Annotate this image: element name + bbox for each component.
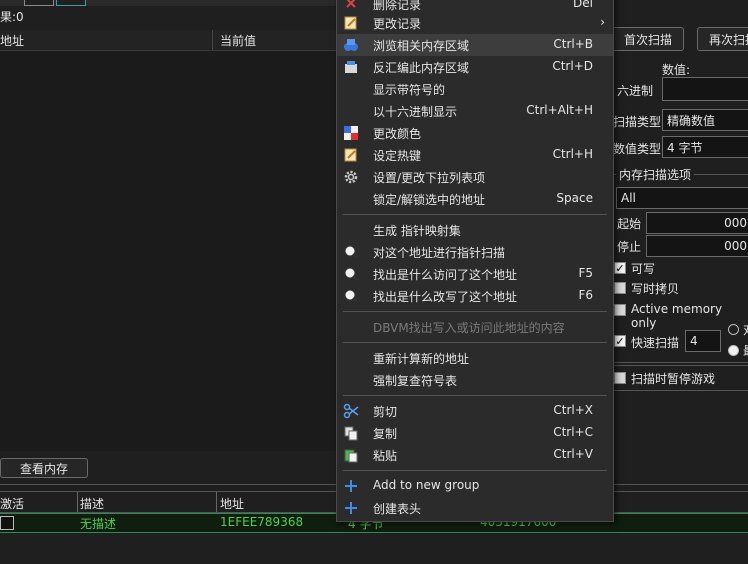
menu-item-dropdown-list[interactable]: 设置/更改下拉列表项 [337, 166, 613, 188]
next-scan-button[interactable]: 再次扫描 [697, 27, 748, 51]
hex-label: 六进制 [617, 84, 654, 98]
plus-icon [343, 500, 359, 516]
scan-type-label: 扫描类型 [613, 115, 662, 129]
last-digits-radio[interactable] [728, 345, 739, 356]
scan-type-select[interactable]: 精确数值 [662, 109, 748, 131]
column-description[interactable]: 描述 [80, 495, 104, 512]
column-active[interactable]: 激活 [0, 495, 24, 512]
active-memory-checkbox[interactable] [614, 304, 626, 316]
menu-item-change-color[interactable]: 更改颜色 [337, 122, 613, 144]
alignment-radio-label: 对 [743, 321, 748, 338]
writable-checkbox[interactable]: ✓ [614, 262, 626, 275]
pause-game-label: 扫描时暂停游戏 [631, 372, 716, 386]
stop-label: 停止 [617, 240, 642, 254]
memory-region-select[interactable]: All [616, 187, 748, 209]
value-input[interactable] [662, 77, 748, 101]
results-count: 果:0 [0, 10, 24, 24]
cut-icon [343, 403, 359, 419]
find-write-icon [343, 288, 359, 304]
pause-game-checkbox[interactable] [614, 372, 626, 384]
start-label: 起始 [617, 217, 642, 231]
writable-label: 可写 [631, 262, 656, 276]
menu-separator [343, 470, 607, 471]
find-access-icon [343, 266, 359, 282]
value-label: 数值: [662, 63, 691, 77]
browse-memory-icon [343, 37, 359, 53]
menu-item-paste[interactable]: 粘贴 Ctrl+V [337, 444, 613, 466]
menu-item-recalculate[interactable]: 重新计算新的地址 [337, 347, 613, 369]
stop-address-input[interactable]: 000 [646, 235, 748, 257]
edit-record-icon [343, 15, 359, 31]
menu-item-pointer-map[interactable]: 生成 指针映射集 [337, 219, 613, 241]
start-address-input[interactable]: 000 [646, 212, 748, 234]
menu-separator [343, 214, 607, 215]
chevron-right-icon: › [600, 15, 605, 29]
first-scan-button[interactable]: 首次扫描 [612, 27, 684, 51]
value-type-select[interactable]: 4 字节 [662, 136, 748, 158]
fast-scan-checkbox[interactable]: ✓ [614, 335, 626, 348]
gear-icon [343, 169, 359, 185]
memory-scan-options-label: 内存扫描选项 [616, 166, 695, 183]
menu-item-find-write[interactable]: 找出是什么改写了这个地址 F6 [337, 285, 613, 307]
copy-on-write-label: 写时拷贝 [631, 282, 680, 296]
toolbar-button-2[interactable] [56, 0, 86, 6]
column-address[interactable]: 地址 [0, 32, 24, 49]
menu-separator [343, 311, 607, 312]
context-menu: 删除记录 Del 更改记录 › 浏览相关内存区域 Ctrl+B 反汇编此内存区域… [336, 0, 614, 522]
copy-icon [343, 425, 359, 441]
menu-item-set-hotkey[interactable]: 设定热键 Ctrl+H [337, 144, 613, 166]
menu-item-lock-unlock[interactable]: 锁定/解锁选中的地址 Space [337, 188, 613, 210]
delete-icon [343, 0, 359, 12]
menu-item-pointer-scan[interactable]: 对这个地址进行指针扫描 [337, 241, 613, 263]
menu-item-create-header[interactable]: 创建表头 [337, 497, 613, 519]
fast-scan-label: 快速扫描 [631, 336, 680, 350]
column-address[interactable]: 地址 [220, 495, 244, 512]
menu-item-recheck-symbols[interactable]: 强制复查符号表 [337, 369, 613, 391]
last-digits-radio-label: 最 [743, 342, 748, 359]
menu-item-copy[interactable]: 复制 Ctrl+C [337, 422, 613, 444]
menu-item-add-group[interactable]: Add to new group [337, 475, 613, 497]
menu-item-dbvm-find: DBVM找出写入或访问此地址的内容 [373, 321, 565, 335]
menu-item-show-hex[interactable]: 以十六进制显示 Ctrl+Alt+H [337, 100, 613, 122]
menu-separator [343, 395, 607, 396]
plus-icon [343, 478, 359, 494]
menu-separator [343, 342, 607, 343]
menu-item-browse-memory[interactable]: 浏览相关内存区域 Ctrl+B [337, 34, 613, 56]
active-checkbox[interactable] [0, 516, 14, 530]
fast-scan-alignment-input[interactable]: 4 [685, 330, 721, 352]
disassemble-icon [343, 59, 359, 75]
toolbar-button-1[interactable] [24, 0, 54, 6]
hotkey-icon [343, 147, 359, 163]
value-type-label: 数值类型 [613, 142, 662, 156]
view-memory-button[interactable]: 查看内存 [0, 458, 88, 478]
menu-item-find-access[interactable]: 找出是什么访问了这个地址 F5 [337, 263, 613, 285]
row-address: 1EFEE789368 [220, 515, 304, 529]
menu-item-cut[interactable]: 剪切 Ctrl+X [337, 400, 613, 422]
row-description: 无描述 [80, 517, 117, 531]
copy-on-write-checkbox[interactable] [614, 282, 626, 294]
menu-item-change-record[interactable]: 更改记录 › [337, 12, 613, 34]
menu-item-disassemble[interactable]: 反汇编此内存区域 Ctrl+D [337, 56, 613, 78]
column-current-value[interactable]: 当前值 [220, 32, 256, 49]
pointer-scan-icon [343, 244, 359, 260]
menu-item-show-signed[interactable]: 显示带符号的 [337, 78, 613, 100]
paste-icon [343, 447, 359, 463]
color-icon [343, 125, 359, 141]
alignment-radio[interactable] [728, 324, 739, 335]
